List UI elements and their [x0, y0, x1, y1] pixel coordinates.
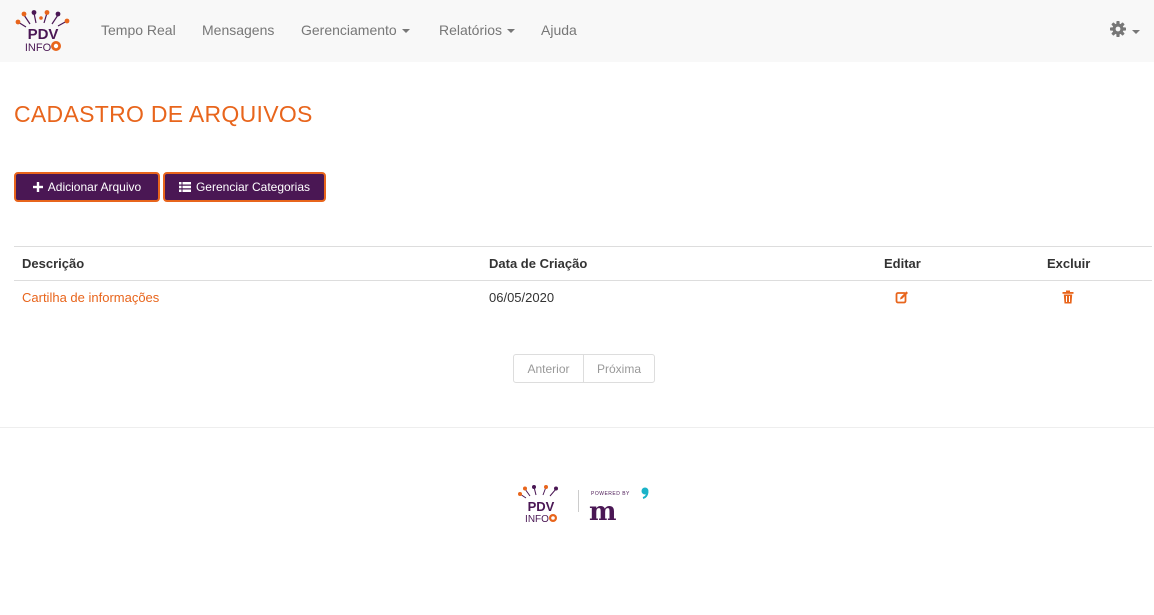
column-header-created: Data de Criação [489, 256, 588, 271]
nav-tempo-real[interactable]: Tempo Real [101, 22, 176, 38]
pagination-previous-button[interactable]: Anterior [513, 354, 584, 383]
top-navbar: PDV INFO Tempo Real Mensagens Gerenciame… [0, 0, 1154, 62]
footer-logos: PDV INFO POWERED BY m [518, 485, 649, 527]
table-header-border [14, 280, 1152, 281]
nav-mensagens[interactable]: Mensagens [202, 22, 274, 38]
pagination-next-button[interactable]: Próxima [583, 354, 655, 383]
nav-gerenciamento-label: Gerenciamento [301, 22, 397, 38]
page-title: CADASTRO DE ARQUIVOS [14, 101, 313, 127]
footer-divider [0, 427, 1154, 428]
table-top-border [14, 246, 1152, 247]
plus-icon [32, 182, 43, 192]
pagination-previous-label: Anterior [527, 361, 570, 376]
caret-down-icon [507, 29, 516, 34]
gear-icon [1110, 21, 1140, 37]
nav-gerenciamento-dropdown[interactable]: Gerenciamento [301, 22, 410, 38]
footer-pdv-info-logo: PDV INFO [518, 485, 558, 525]
manage-categories-label: Gerenciar Categorias [195, 180, 311, 194]
settings-dropdown[interactable] [1108, 19, 1142, 41]
nav-mensagens-label: Mensagens [202, 22, 275, 38]
logo-text-info: INFO [25, 42, 52, 53]
add-file-button[interactable]: Adicionar Arquivo [14, 172, 160, 202]
column-header-edit: Editar [884, 256, 921, 271]
logo-text-pdv: PDV [28, 26, 59, 43]
trash-icon[interactable] [1061, 290, 1075, 304]
list-icon [178, 182, 191, 192]
nav-relatorios-label: Relatórios [439, 22, 503, 38]
file-created-date: 06/05/2020 [489, 290, 555, 305]
nav-tempo-real-label: Tempo Real [101, 22, 176, 38]
pagination-next-label: Próxima [596, 361, 641, 376]
nav-ajuda[interactable]: Ajuda [541, 22, 577, 38]
column-header-description: Descrição [22, 256, 85, 271]
manage-categories-button[interactable]: Gerenciar Categorias [163, 172, 326, 202]
column-header-delete: Excluir [1047, 256, 1091, 271]
add-file-label: Adicionar Arquivo [47, 180, 142, 194]
edit-icon[interactable] [895, 290, 909, 304]
nav-relatorios-dropdown[interactable]: Relatórios [439, 22, 516, 38]
footer-logo-text-pdv: PDV [528, 499, 555, 514]
file-description-link[interactable]: Cartilha de informações [22, 290, 159, 305]
powered-by-mark: m [589, 497, 617, 527]
footer-logo-text-info: INFO [525, 514, 549, 525]
caret-down-icon [401, 29, 410, 34]
pdv-info-logo[interactable]: PDV INFO [14, 9, 72, 53]
nav-ajuda-label: Ajuda [541, 22, 577, 38]
